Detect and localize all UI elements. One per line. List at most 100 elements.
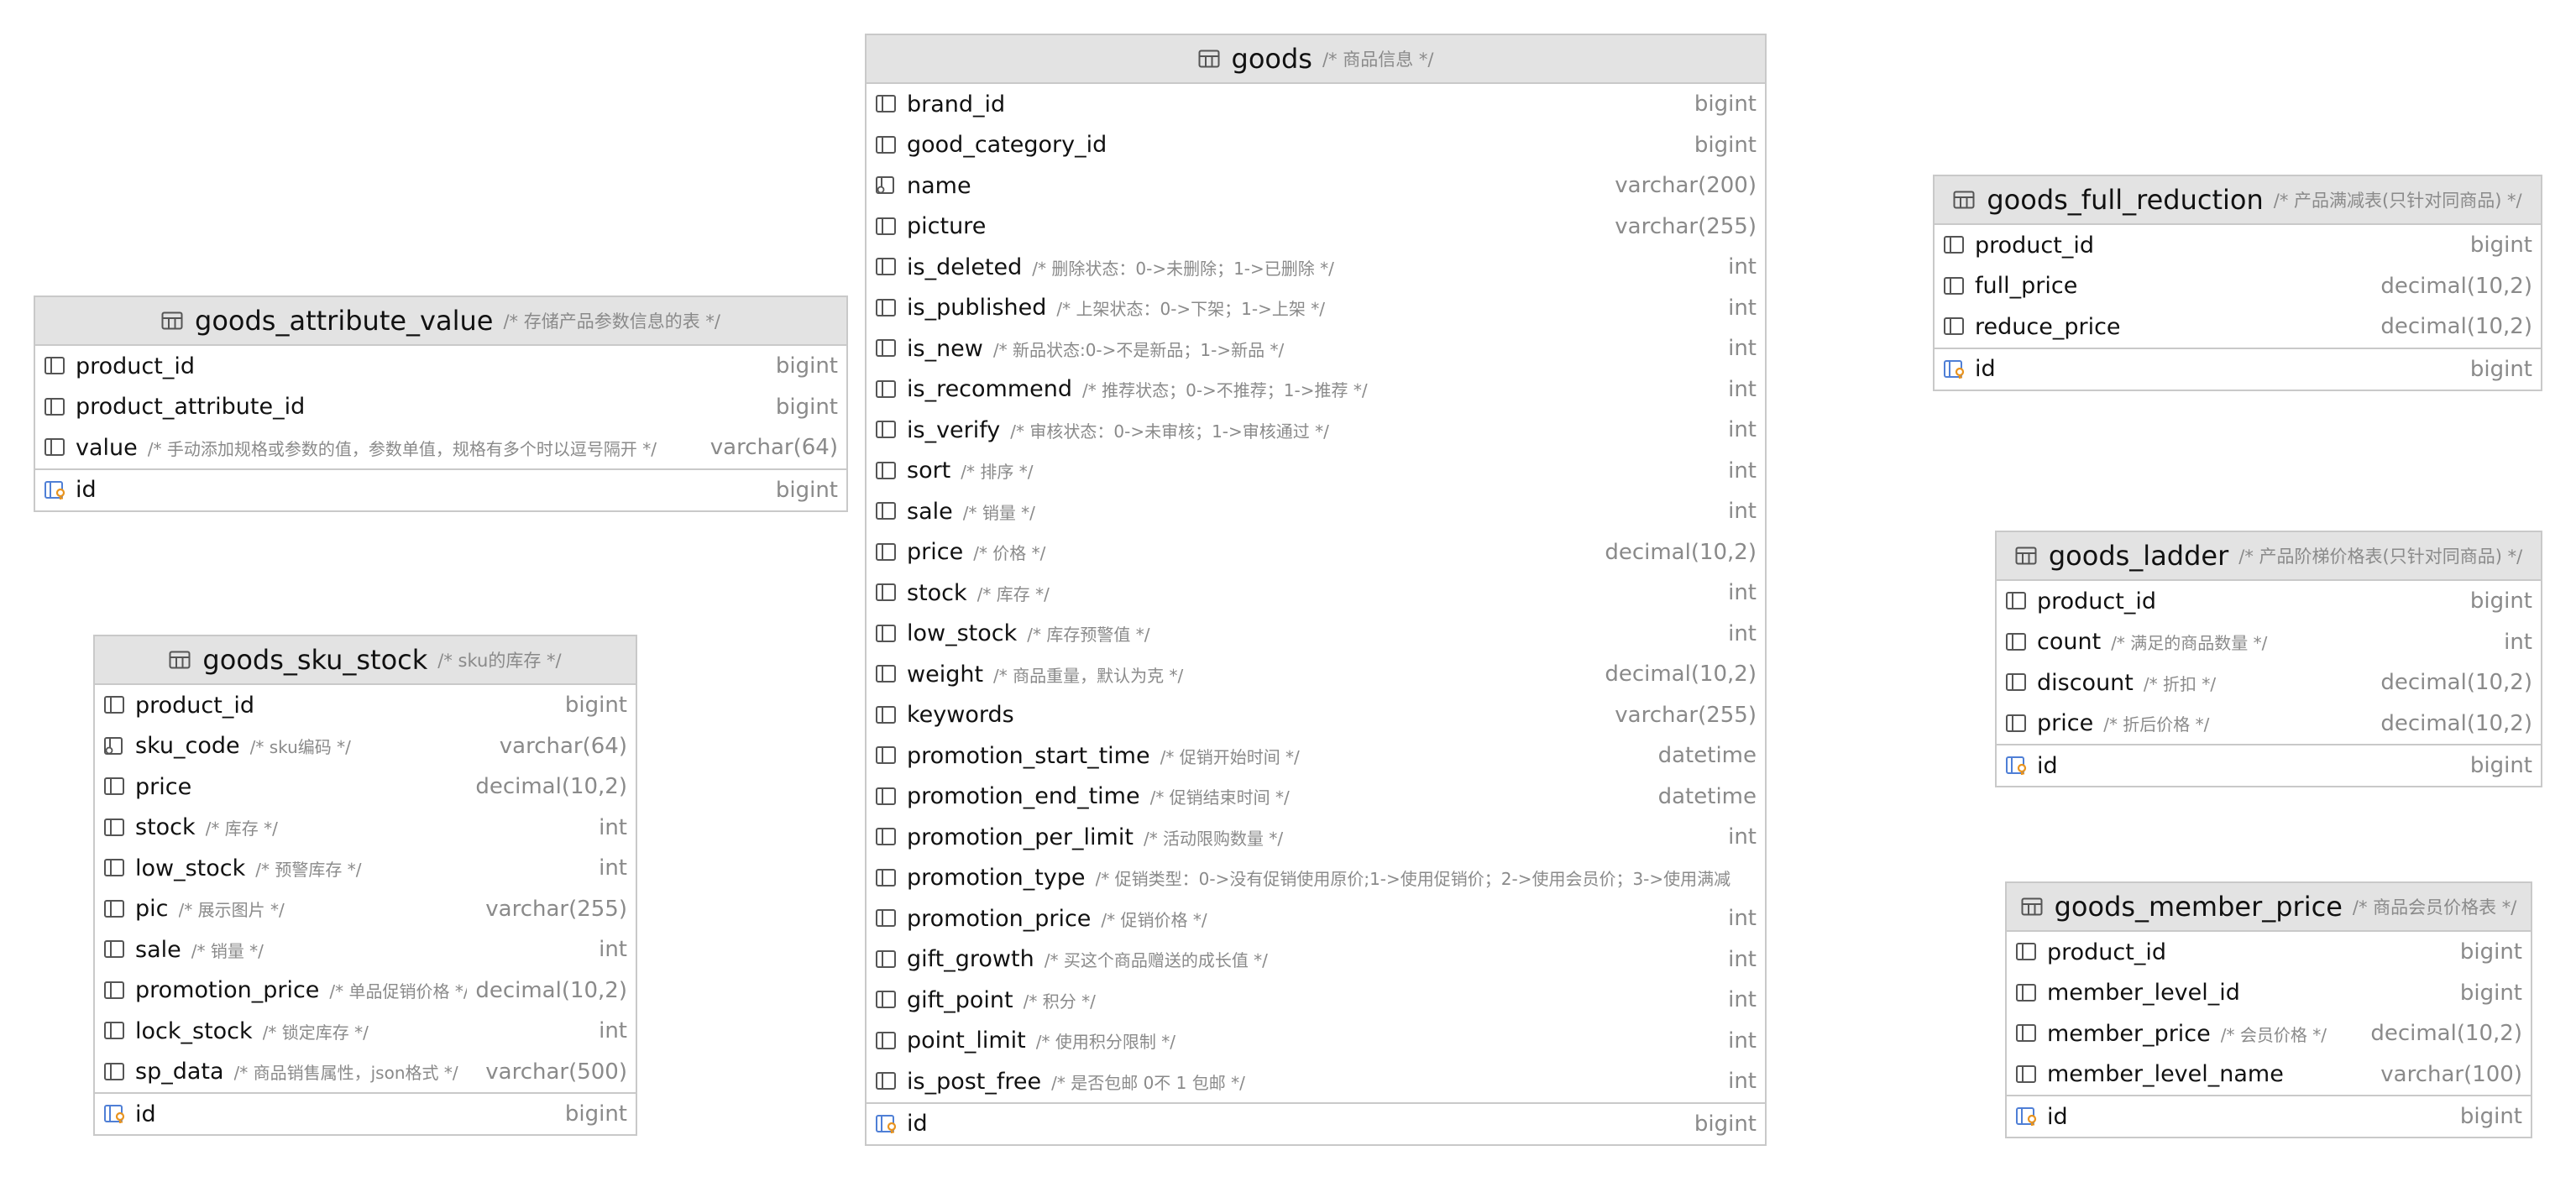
column-icon xyxy=(1944,317,1964,336)
primary-key-row[interactable]: id bigint xyxy=(1997,744,2541,786)
column-row[interactable]: promotion_price /* 促销价格 */ int xyxy=(867,898,1765,939)
column-name: discount xyxy=(2037,669,2134,696)
table-name: goods_ladder xyxy=(2048,540,2229,572)
column-row[interactable]: full_price decimal(10,2) xyxy=(1935,266,2541,307)
column-type: bigint xyxy=(2469,588,2532,615)
column-row[interactable]: good_category_id bigint xyxy=(867,125,1765,166)
column-row[interactable]: promotion_end_time /* 促销结束时间 */ datetime xyxy=(867,777,1765,818)
column-comment: /* 库存预警值 */ xyxy=(1027,625,1150,646)
column-row[interactable]: price /* 折后价格 */ decimal(10,2) xyxy=(1997,703,2541,745)
column-row[interactable]: name varchar(200) xyxy=(867,165,1765,207)
table-goods[interactable]: goods/* 商品信息 */brand_id bigint good_catego… xyxy=(865,34,1767,1146)
column-row[interactable]: gift_growth /* 买这个商品赠送的成长值 */ int xyxy=(867,939,1765,981)
column-row[interactable]: is_deleted /* 删除状态：0->未删除；1->已删除 */ int xyxy=(867,247,1765,288)
primary-key-row[interactable]: id bigint xyxy=(1935,347,2541,390)
column-row[interactable]: member_level_name varchar(100) xyxy=(2007,1054,2531,1096)
column-row[interactable]: price /* 价格 */ decimal(10,2) xyxy=(867,532,1765,573)
column-row[interactable]: picture varchar(255) xyxy=(867,207,1765,248)
column-row[interactable]: stock /* 库存 */ int xyxy=(867,573,1765,614)
column-row[interactable]: product_id bigint xyxy=(35,346,846,387)
column-row[interactable]: is_post_free /* 是否包邮 0不 1 包邮 */ int xyxy=(867,1061,1765,1102)
column-name: id xyxy=(76,477,97,503)
column-comment: /* 会员价格 */ xyxy=(2220,1024,2327,1045)
column-row[interactable]: promotion_price /* 单品促销价格 */ decimal(10,2) xyxy=(95,970,636,1012)
table-header[interactable]: goods_attribute_value /* 存储产品参数信息的表 */ xyxy=(35,297,846,346)
column-row[interactable]: sort /* 排序 */ int xyxy=(867,451,1765,492)
column-name: picture xyxy=(907,213,987,240)
table-icon xyxy=(2015,547,2037,565)
column-row[interactable]: is_verify /* 审核状态：0->未审核；1->审核通过 */ int xyxy=(867,410,1765,451)
column-row[interactable]: promotion_type /* 促销类型：0->没有促销使用原价;1->使用促… xyxy=(867,858,1765,899)
column-row[interactable]: sp_data /* 商品销售属性，json格式 */ varchar(500) xyxy=(95,1052,636,1093)
column-type: varchar(255) xyxy=(1615,702,1757,728)
column-icon xyxy=(104,899,124,918)
table-header[interactable]: goods_member_price /* 商品会员价格表 */ xyxy=(2007,883,2531,932)
column-type: varchar(100) xyxy=(2380,1061,2522,1087)
column-row[interactable]: weight /* 商品重量，默认为克 */ decimal(10,2) xyxy=(867,654,1765,695)
column-row[interactable]: member_price /* 会员价格 */ decimal(10,2) xyxy=(2007,1013,2531,1054)
table-header[interactable]: goods /* 商品信息 */ xyxy=(867,35,1765,84)
column-row[interactable]: low_stock /* 预警库存 */ int xyxy=(95,848,636,889)
column-row[interactable]: point_limit /* 使用积分限制 */ int xyxy=(867,1021,1765,1062)
column-comment: /* 买这个商品赠送的成长值 */ xyxy=(1044,950,1268,971)
column-icon xyxy=(2006,592,2026,610)
column-icon xyxy=(876,95,896,113)
column-type: decimal(10,2) xyxy=(1605,539,1757,565)
table-comment: /* 产品阶梯价格表(只针对同商品) */ xyxy=(2238,547,2523,567)
table-goods-full-reduction[interactable]: goods_full_reduction /* 产品满减表(只针对同商品) */ p… xyxy=(1933,175,2542,391)
table-comment: /* sku的库存 */ xyxy=(437,651,562,671)
column-row[interactable]: promotion_per_limit /* 活动限购数量 */ int xyxy=(867,817,1765,858)
column-row[interactable]: discount /* 折扣 */ decimal(10,2) xyxy=(1997,662,2541,703)
table-goods-sku-stock[interactable]: goods_sku_stock/* sku的库存 */product_id big… xyxy=(93,635,637,1136)
column-row[interactable]: is_recommend /* 推荐状态；0->不推荐；1->推荐 */ int xyxy=(867,369,1765,411)
column-row[interactable]: sku_code /* sku编码 */ varchar(64) xyxy=(95,726,636,767)
column-row[interactable]: count /* 满足的商品数量 */ int xyxy=(1997,622,2541,663)
table-goods-attribute-value[interactable]: goods_attribute_value /* 存储产品参数信息的表 */ pro… xyxy=(34,296,848,512)
column-type: decimal(10,2) xyxy=(2380,670,2532,696)
column-row[interactable]: member_level_id bigint xyxy=(2007,973,2531,1014)
table-header[interactable]: goods_full_reduction /* 产品满减表(只针对同商品) */ xyxy=(1935,176,2541,225)
column-type: decimal(10,2) xyxy=(2380,273,2532,299)
column-name: brand_id xyxy=(907,91,1006,118)
column-row[interactable]: stock /* 库存 */ int xyxy=(95,808,636,849)
column-row[interactable]: sale /* 销量 */ int xyxy=(95,929,636,970)
table-goods-member-price[interactable]: goods_member_price /* 商品会员价格表 */ product_i… xyxy=(2005,881,2532,1138)
column-name: sp_data xyxy=(135,1059,224,1085)
table-header[interactable]: goods_ladder /* 产品阶梯价格表(只针对同商品) */ xyxy=(1997,532,2541,581)
primary-key-row[interactable]: id bigint xyxy=(867,1101,1765,1144)
table-name: goods_member_price xyxy=(2054,891,2343,923)
table-comment: /* 存储产品参数信息的表 */ xyxy=(503,311,720,332)
column-row[interactable]: reduce_price decimal(10,2) xyxy=(1935,306,2541,348)
column-name: id xyxy=(135,1101,156,1127)
column-name: is_new xyxy=(907,335,983,362)
column-type: int xyxy=(1728,1069,1757,1095)
column-row[interactable]: product_id bigint xyxy=(1935,225,2541,266)
primary-key-row[interactable]: id bigint xyxy=(35,468,846,510)
column-icon xyxy=(876,1031,896,1049)
column-row[interactable]: pic /* 展示图片 */ varchar(255) xyxy=(95,889,636,930)
column-row[interactable]: low_stock /* 库存预警值 */ int xyxy=(867,614,1765,655)
column-row[interactable]: is_new /* 新品状态:0->不是新品；1->新品 */ int xyxy=(867,328,1765,369)
column-row[interactable]: lock_stock /* 锁定库存 */ int xyxy=(95,1011,636,1052)
column-type: int xyxy=(1728,987,1757,1013)
primary-key-row[interactable]: id bigint xyxy=(2007,1095,2531,1137)
column-row[interactable]: product_id bigint xyxy=(1997,581,2541,622)
table-goods-ladder[interactable]: goods_ladder /* 产品阶梯价格表(只针对同商品) */ product… xyxy=(1995,531,2542,787)
column-row[interactable]: promotion_start_time /* 促销开始时间 */ datetime xyxy=(867,735,1765,777)
primary-key-row[interactable]: id bigint xyxy=(95,1092,636,1134)
column-type: datetime xyxy=(1657,743,1757,769)
table-header[interactable]: goods_sku_stock /* sku的库存 */ xyxy=(95,636,636,685)
column-row[interactable]: value /* 手动添加规格或参数的值，参数单值，规格有多个时以逗号隔开 */ v… xyxy=(35,427,846,468)
column-icon xyxy=(104,1062,124,1080)
column-row[interactable]: price decimal(10,2) xyxy=(95,766,636,808)
column-row[interactable]: keywords varchar(255) xyxy=(867,695,1765,736)
column-row[interactable]: sale /* 销量 */ int xyxy=(867,491,1765,532)
column-row[interactable]: product_attribute_id bigint xyxy=(35,387,846,428)
column-row[interactable]: product_id bigint xyxy=(2007,932,2531,973)
column-row[interactable]: product_id bigint xyxy=(95,685,636,726)
column-name: id xyxy=(1975,356,1996,382)
column-row[interactable]: gift_point /* 积分 */ int xyxy=(867,980,1765,1021)
column-name: price xyxy=(135,773,192,800)
column-row[interactable]: is_published /* 上架状态：0->下架；1->上架 */ int xyxy=(867,288,1765,329)
column-row[interactable]: brand_id bigint xyxy=(867,84,1765,125)
